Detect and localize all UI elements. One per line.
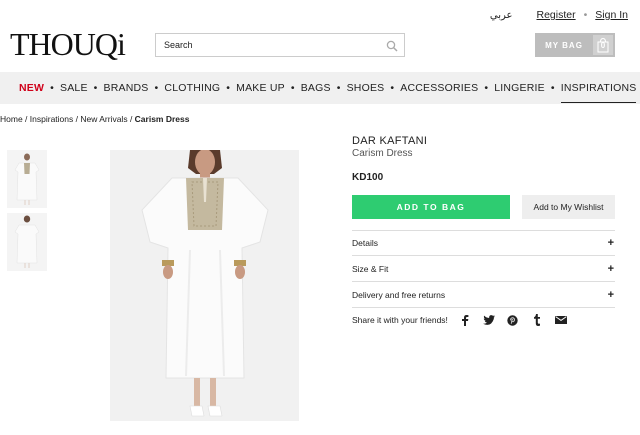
add-to-wishlist-button[interactable]: Add to My Wishlist bbox=[522, 195, 615, 219]
facebook-icon[interactable] bbox=[459, 314, 471, 326]
nav-separator: • bbox=[93, 82, 98, 94]
search-box bbox=[155, 33, 405, 57]
breadcrumb-separator: / bbox=[22, 114, 30, 124]
tumblr-icon[interactable] bbox=[531, 314, 543, 326]
accordion-size-fit-label: Size & Fit bbox=[352, 263, 389, 274]
nav-separator: • bbox=[390, 82, 395, 94]
nav-item-inspirations[interactable]: INSPIRATIONS bbox=[560, 82, 637, 103]
accordion-size-fit[interactable]: Size & Fit + bbox=[352, 256, 615, 282]
breadcrumb-new-arrivals[interactable]: New Arrivals bbox=[80, 114, 127, 124]
sign-in-link[interactable]: Sign In bbox=[595, 9, 628, 21]
nav-separator: • bbox=[290, 82, 295, 94]
nav-separator: • bbox=[50, 82, 54, 94]
nav-separator: • bbox=[484, 82, 489, 94]
breadcrumb: Home / Inspirations / New Arrivals / Car… bbox=[0, 114, 189, 124]
my-bag-button[interactable]: MY BAG 0 bbox=[535, 33, 615, 57]
share-icons bbox=[459, 314, 567, 326]
nav-item-accessories[interactable]: ACCESSORIES bbox=[400, 82, 478, 94]
nav-separator: • bbox=[154, 82, 159, 94]
share-section: Share it with your friends! bbox=[352, 314, 567, 326]
nav-item-lingerie[interactable]: LINGERIE bbox=[494, 82, 545, 94]
nav-separator: • bbox=[226, 82, 231, 94]
twitter-icon[interactable] bbox=[482, 314, 495, 326]
nav-item-shoes[interactable]: SHOES bbox=[347, 82, 385, 94]
accordion-delivery[interactable]: Delivery and free returns + bbox=[352, 282, 615, 308]
product-thumbnail-back[interactable] bbox=[7, 213, 47, 271]
product-name: Carism Dress bbox=[352, 148, 413, 159]
nav-item-new[interactable]: NEW bbox=[19, 82, 44, 94]
site-logo[interactable]: THOUQi bbox=[10, 28, 126, 60]
breadcrumb-current: Carism Dress bbox=[134, 114, 190, 124]
pinterest-icon[interactable] bbox=[507, 314, 519, 326]
share-label: Share it with your friends! bbox=[352, 315, 448, 325]
nav-item-clothing[interactable]: CLOTHING bbox=[164, 82, 220, 94]
product-thumbnail-front[interactable] bbox=[7, 150, 47, 208]
product-price: KD100 bbox=[352, 172, 384, 183]
register-link[interactable]: Register bbox=[537, 9, 576, 21]
main-nav: NEW • SALE • BRANDS • CLOTHING • MAKE UP • BA… bbox=[0, 72, 640, 104]
nav-separator: • bbox=[550, 82, 555, 94]
accordion-details-label: Details bbox=[352, 238, 378, 248]
plus-icon[interactable]: + bbox=[608, 237, 614, 249]
top-links: عربي Register • Sign In bbox=[490, 9, 628, 21]
plus-icon[interactable]: + bbox=[608, 289, 614, 301]
my-bag-label: MY BAG bbox=[545, 40, 583, 50]
plus-icon[interactable]: + bbox=[608, 263, 614, 275]
product-brand[interactable]: DAR KAFTANI bbox=[352, 135, 427, 147]
bag-icon: 0 bbox=[593, 35, 613, 55]
breadcrumb-home[interactable]: Home bbox=[0, 114, 23, 124]
product-main-image[interactable] bbox=[110, 150, 299, 421]
breadcrumb-separator: / bbox=[127, 114, 135, 124]
nav-item-brands[interactable]: BRANDS bbox=[104, 82, 149, 94]
nav-item-bags[interactable]: BAGS bbox=[301, 82, 331, 94]
nav-item-make-up[interactable]: MAKE UP bbox=[236, 82, 285, 94]
email-icon[interactable] bbox=[554, 314, 567, 326]
accordion-delivery-label: Delivery and free returns bbox=[352, 289, 446, 300]
breadcrumb-inspirations[interactable]: Inspirations bbox=[30, 114, 73, 124]
bag-count: 0 bbox=[600, 40, 606, 50]
nav-separator: • bbox=[336, 82, 341, 94]
search-input[interactable] bbox=[164, 40, 386, 50]
add-to-bag-button[interactable]: ADD TO BAG bbox=[352, 195, 510, 219]
nav-item-sale[interactable]: SALE bbox=[60, 82, 88, 94]
accordion-details[interactable]: Details + bbox=[352, 230, 615, 256]
top-links-separator: • bbox=[583, 9, 588, 21]
search-icon[interactable] bbox=[386, 39, 398, 52]
language-link[interactable]: عربي bbox=[490, 10, 513, 21]
